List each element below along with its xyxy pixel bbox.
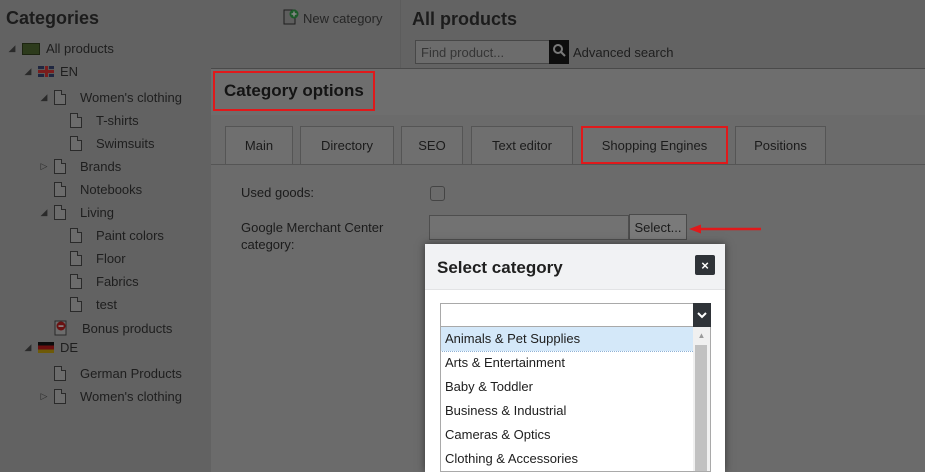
bonus-icon xyxy=(54,320,68,336)
products-header: All products Find product... Advanced se… xyxy=(401,0,925,68)
tab-shopping-engines[interactable]: Shopping Engines xyxy=(581,126,728,164)
tab-seo[interactable]: SEO xyxy=(401,126,463,164)
list-item[interactable]: Arts & Entertainment xyxy=(441,351,694,375)
tree-item-label: Bonus products xyxy=(82,320,173,336)
page-icon xyxy=(54,366,66,381)
list-item[interactable]: Cameras & Optics xyxy=(441,423,694,447)
scroll-up-icon[interactable]: ▲ xyxy=(693,327,710,343)
tree-item-all-products[interactable]: ◢ All products xyxy=(8,41,114,56)
category-select[interactable] xyxy=(440,303,711,327)
search-button[interactable] xyxy=(549,40,569,64)
advanced-search-link[interactable]: Advanced search xyxy=(573,45,673,60)
gmc-category-label-line1: Google Merchant Center xyxy=(241,220,384,235)
tree-item-womens-clothing[interactable]: ◢ Women's clothing xyxy=(40,90,182,105)
new-category-button[interactable]: New category xyxy=(283,9,382,28)
tree-item-en[interactable]: ◢ EN xyxy=(24,64,79,79)
tree-item-swimsuits[interactable]: Swimsuits xyxy=(56,136,155,151)
select-category-dialog: Select category × Animals & Pet Supplies… xyxy=(425,244,725,472)
tree-item-floor[interactable]: Floor xyxy=(56,251,126,266)
tree-item-label: Brands xyxy=(80,159,122,174)
product-search-input[interactable]: Find product... xyxy=(415,40,550,64)
close-icon: × xyxy=(701,257,709,273)
category-options-title: Category options xyxy=(213,71,375,111)
page-icon xyxy=(70,113,82,128)
gmc-category-label-line2: category: xyxy=(241,237,295,252)
folder-icon xyxy=(22,42,40,55)
page-title: All products xyxy=(412,9,518,29)
tree-item-label: T-shirts xyxy=(96,113,139,128)
tree-item-paint-colors[interactable]: Paint colors xyxy=(56,228,164,243)
tab-directory[interactable]: Directory xyxy=(300,126,394,164)
category-options-header: Category options xyxy=(211,69,925,115)
list-item[interactable]: Animals & Pet Supplies xyxy=(441,327,695,352)
tree-item-german-products[interactable]: German Products xyxy=(40,366,182,381)
select-category-title: Select category xyxy=(437,258,563,277)
gmc-category-input[interactable] xyxy=(429,215,629,240)
tree-item-label: All products xyxy=(46,41,114,56)
expand-toggle-icon[interactable]: ◢ xyxy=(8,43,16,54)
tree-item-label: Swimsuits xyxy=(96,136,155,151)
tree-item-brands[interactable]: ▷ Brands xyxy=(40,159,121,174)
search-icon xyxy=(552,43,566,62)
tab-main[interactable]: Main xyxy=(225,126,293,164)
tree-item-t-shirts[interactable]: T-shirts xyxy=(56,113,139,128)
select-category-header: Select category × xyxy=(425,244,725,290)
tab-positions[interactable]: Positions xyxy=(735,126,826,164)
tree-item-label: Floor xyxy=(96,251,126,266)
tree-item-womens-clothing-de[interactable]: ▷ Women's clothing xyxy=(40,389,182,404)
expand-toggle-icon[interactable]: ▷ xyxy=(40,391,48,402)
expand-toggle-icon[interactable]: ◢ xyxy=(40,92,48,103)
tree-item-bonus-products[interactable]: Bonus products xyxy=(40,320,172,336)
chevron-down-icon[interactable] xyxy=(693,303,711,327)
page-icon xyxy=(54,205,66,220)
uk-flag-icon xyxy=(38,66,54,77)
used-goods-label: Used goods: xyxy=(241,185,314,200)
tree-item-label: EN xyxy=(60,64,79,79)
tree-item-label: Women's clothing xyxy=(80,389,182,404)
tab-text-editor[interactable]: Text editor xyxy=(471,126,573,164)
tree-item-label: Fabrics xyxy=(96,274,139,289)
tree-item-living[interactable]: ◢ Living xyxy=(40,205,114,220)
category-options-list[interactable]: Animals & Pet Supplies Arts & Entertainm… xyxy=(440,327,711,472)
tree-item-test[interactable]: test xyxy=(56,297,117,312)
tree-item-label: test xyxy=(96,297,117,312)
tree-item-de[interactable]: ◢ DE xyxy=(24,340,79,355)
expand-toggle-icon[interactable]: ▷ xyxy=(40,161,48,172)
tree-item-label: Women's clothing xyxy=(80,90,182,105)
page-icon xyxy=(54,182,66,197)
page-icon xyxy=(70,228,82,243)
page-icon xyxy=(54,389,66,404)
list-item[interactable]: Clothing & Accessories xyxy=(441,447,694,471)
expand-toggle-icon[interactable]: ◢ xyxy=(24,66,32,77)
tree-item-label: DE xyxy=(60,340,79,355)
tree-item-label: Notebooks xyxy=(80,182,143,197)
list-scrollbar[interactable]: ▲ xyxy=(693,327,710,471)
page-icon xyxy=(54,90,66,105)
expand-toggle-icon[interactable]: ◢ xyxy=(40,207,48,218)
page-icon xyxy=(70,251,82,266)
tabs-divider xyxy=(211,164,925,165)
categories-title: Categories xyxy=(6,8,100,28)
list-item[interactable]: Business & Industrial xyxy=(441,399,694,423)
list-item[interactable]: Baby & Toddler xyxy=(441,375,694,399)
expand-toggle-icon[interactable]: ◢ xyxy=(24,342,32,353)
page-icon xyxy=(54,159,66,174)
close-dialog-button[interactable]: × xyxy=(695,255,715,275)
add-category-icon xyxy=(283,9,299,28)
new-category-label: New category xyxy=(303,11,383,26)
scrollbar-thumb[interactable] xyxy=(695,345,707,471)
tree-item-fabrics[interactable]: Fabrics xyxy=(56,274,139,289)
page-icon xyxy=(70,297,82,312)
tree-item-label: German Products xyxy=(80,366,182,381)
annotation-arrow-icon xyxy=(689,224,761,234)
de-flag-icon xyxy=(38,342,54,353)
gmc-select-button[interactable]: Select... xyxy=(629,214,687,240)
tree-item-notebooks[interactable]: Notebooks xyxy=(40,182,142,197)
page-icon xyxy=(70,274,82,289)
used-goods-checkbox[interactable] xyxy=(430,186,445,201)
page-icon xyxy=(70,136,82,151)
tree-item-label: Living xyxy=(80,205,114,220)
tree-item-label: Paint colors xyxy=(96,228,164,243)
